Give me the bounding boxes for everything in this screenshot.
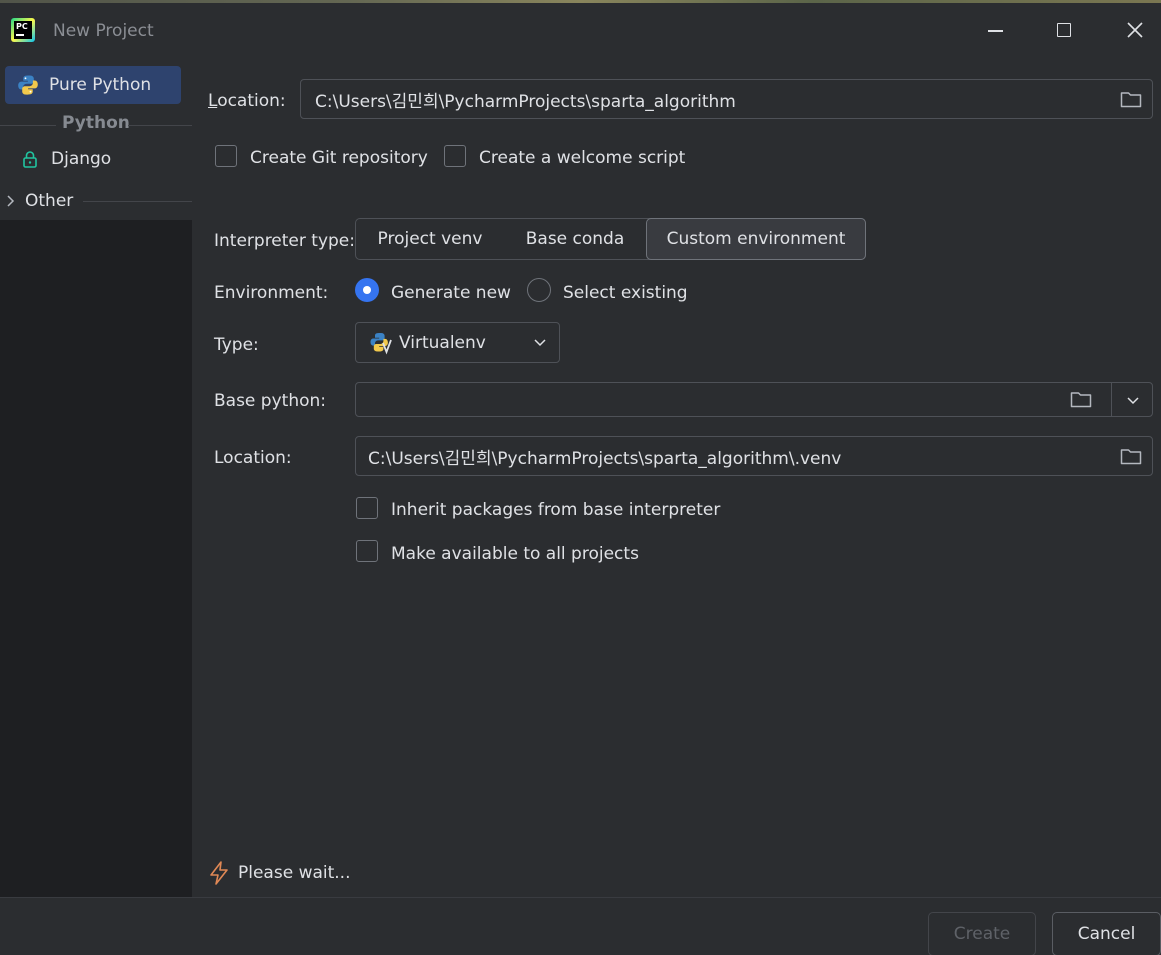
chevron-down-icon <box>534 339 546 347</box>
interpreter-type-label: Interpreter type: <box>214 231 355 251</box>
lock-icon <box>23 151 37 168</box>
select-existing-label: Select existing <box>563 283 688 303</box>
type-label: Type: <box>214 335 259 355</box>
project-settings-panel <box>192 60 1161 897</box>
project-type-sidebar: Pure Python Python Django Other <box>0 60 192 897</box>
dialog-footer: Create Cancel <box>0 897 1161 955</box>
status-bar: Please wait... <box>208 860 351 886</box>
sidebar-item-django[interactable]: Django <box>5 140 181 178</box>
location-value: C:\Users\김민희\PycharmProjects\sparta_algo… <box>315 91 736 112</box>
base-python-label: Base python: <box>214 391 326 411</box>
interpreter-type-selector: Project venv Base conda Custom environme… <box>355 218 866 260</box>
maximize-button[interactable] <box>1047 14 1081 46</box>
sidebar-item-label: Other <box>25 191 74 211</box>
close-icon <box>1127 22 1143 38</box>
make-available-label: Make available to all projects <box>391 544 639 564</box>
base-python-field[interactable] <box>355 382 1153 417</box>
chevron-right-icon <box>7 195 15 207</box>
sidebar-item-pure-python[interactable]: Pure Python <box>5 66 181 104</box>
create-git-label: Create Git repository <box>250 148 428 168</box>
title-bar: PC New Project <box>0 0 1161 60</box>
type-dropdown[interactable]: Virtualenv <box>355 322 560 363</box>
location-label: Location: <box>208 91 286 111</box>
welcome-script-label: Create a welcome script <box>479 148 686 168</box>
welcome-script-checkbox[interactable] <box>444 145 466 167</box>
folder-icon[interactable] <box>1070 390 1092 408</box>
sidebar-item-other[interactable]: Other <box>0 182 192 220</box>
window-title: New Project <box>53 21 154 41</box>
interpreter-type-project-venv[interactable]: Project venv <box>356 219 504 259</box>
sidebar-group-label: Python <box>62 113 130 133</box>
venv-location-value: C:\Users\김민희\PycharmProjects\sparta_algo… <box>368 448 842 469</box>
location-field[interactable]: C:\Users\김민희\PycharmProjects\sparta_algo… <box>300 79 1153 119</box>
status-text: Please wait... <box>238 863 351 883</box>
close-button[interactable] <box>1118 14 1152 46</box>
lightning-icon <box>210 861 228 885</box>
select-existing-radio[interactable] <box>527 278 551 302</box>
minimize-button[interactable] <box>978 14 1012 46</box>
chevron-down-icon[interactable] <box>1126 393 1140 407</box>
venv-location-label: Location: <box>214 448 292 468</box>
generate-new-radio[interactable] <box>355 278 379 302</box>
minimize-icon <box>987 30 1003 32</box>
sidebar-group-python: Python <box>0 112 192 134</box>
inherit-packages-checkbox[interactable] <box>356 497 378 519</box>
interpreter-type-base-conda[interactable]: Base conda <box>504 219 646 259</box>
create-button[interactable]: Create <box>928 912 1036 955</box>
interpreter-type-custom-environment[interactable]: Custom environment <box>646 218 866 260</box>
sidebar-item-label: Django <box>51 149 112 169</box>
type-value: Virtualenv <box>399 332 486 353</box>
folder-icon[interactable] <box>1120 90 1142 108</box>
create-git-checkbox[interactable] <box>215 145 237 167</box>
pycharm-logo-icon: PC <box>11 18 35 42</box>
cancel-button[interactable]: Cancel <box>1052 912 1161 955</box>
desktop-wallpaper-strip <box>0 0 1161 3</box>
environment-label: Environment: <box>214 283 329 303</box>
generate-new-label: Generate new <box>391 283 511 303</box>
virtualenv-icon <box>370 332 392 355</box>
make-available-checkbox[interactable] <box>356 540 378 562</box>
python-icon <box>18 75 38 95</box>
maximize-icon <box>1057 23 1071 37</box>
folder-icon[interactable] <box>1120 447 1142 465</box>
inherit-packages-label: Inherit packages from base interpreter <box>391 500 721 520</box>
logo-text: PC <box>16 22 28 31</box>
venv-location-field[interactable]: C:\Users\김민희\PycharmProjects\sparta_algo… <box>355 436 1153 476</box>
sidebar-item-label: Pure Python <box>49 75 152 95</box>
